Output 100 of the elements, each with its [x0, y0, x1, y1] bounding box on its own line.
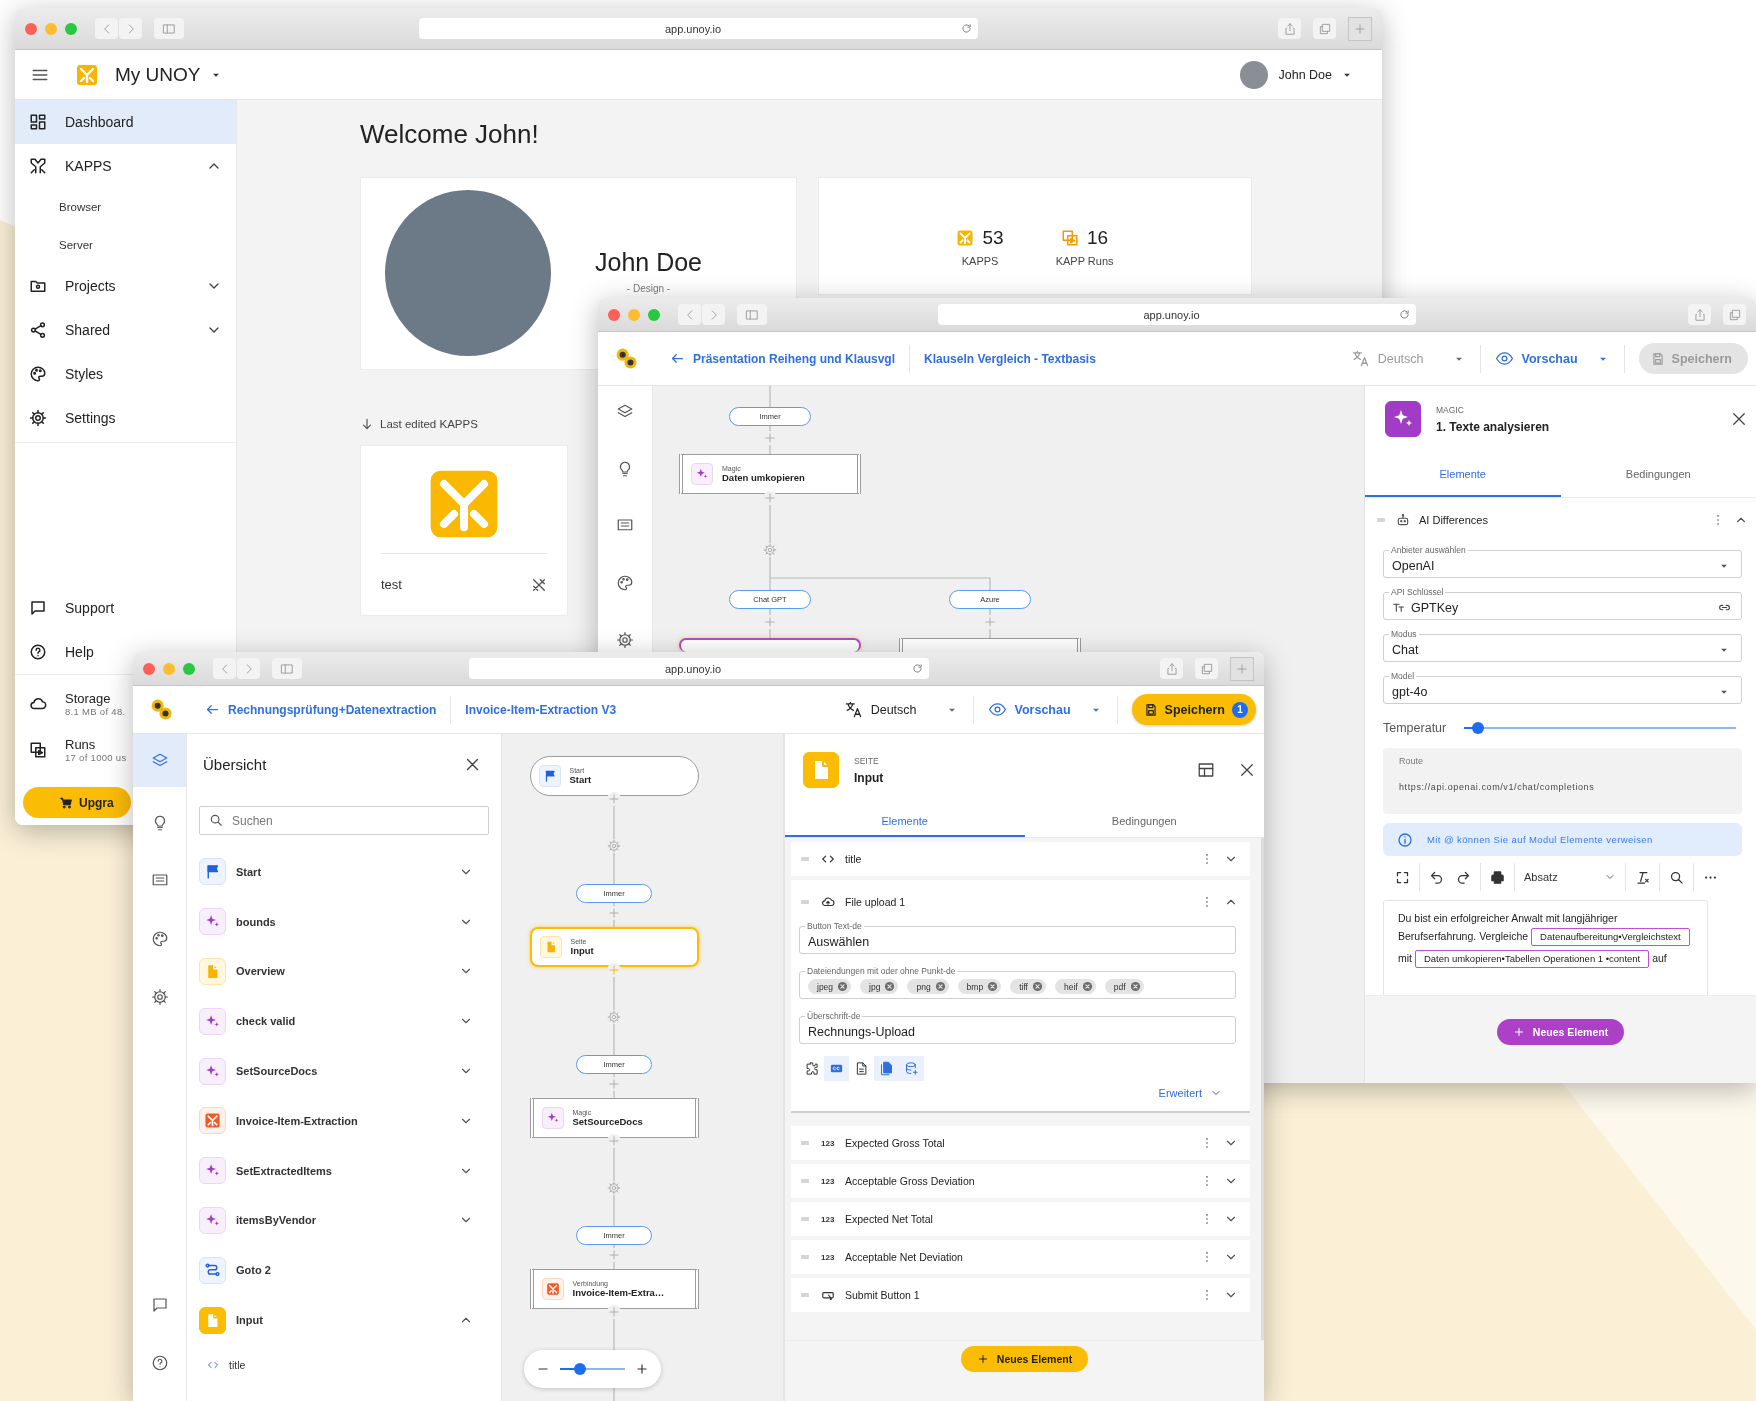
node-title: Input — [570, 945, 594, 956]
tab[interactable]: Elemente — [1365, 452, 1561, 497]
outline-item[interactable]: Invoice-Item-Extraction — [199, 1096, 489, 1146]
tabs-button[interactable] — [1195, 658, 1218, 679]
preview-dropdown[interactable]: Vorschau — [1494, 349, 1610, 368]
outline-item[interactable]: title — [199, 1344, 489, 1385]
kapp-card[interactable]: test — [360, 445, 568, 616]
breadcrumb-link[interactable]: Invoice-Item-Extraction V3 — [465, 702, 617, 717]
tab[interactable]: Bedingungen — [1024, 806, 1264, 837]
sidebar-toggle-button[interactable] — [737, 304, 767, 325]
window-controls[interactable] — [608, 308, 660, 321]
file-type-chip[interactable]: bmp — [957, 979, 1002, 994]
reload-icon[interactable] — [961, 23, 972, 34]
element-row[interactable]: 123 Acceptable Net Deviation — [791, 1240, 1250, 1274]
share-button[interactable] — [1278, 18, 1301, 39]
search-icon[interactable] — [1669, 869, 1684, 885]
window-controls[interactable] — [25, 22, 77, 35]
outline-item[interactable]: SetExtractedItems — [199, 1145, 489, 1196]
clear-format-icon[interactable] — [1635, 869, 1650, 885]
nav-item[interactable]: Settings — [15, 396, 236, 440]
element-row[interactable]: title — [791, 842, 1250, 876]
file-type-chip[interactable]: jpg — [860, 979, 899, 994]
save-icon — [1143, 702, 1158, 717]
breadcrumb-link[interactable]: Präsentation Reiheng und Klausvgl — [670, 351, 896, 366]
plus-icon — [1353, 21, 1367, 36]
copy-toggle[interactable] — [874, 1056, 899, 1081]
add-element-button[interactable]: Neues Element — [1496, 1019, 1625, 1045]
add-step-icon[interactable] — [607, 963, 621, 977]
element-row[interactable]: Submit Button 1 — [791, 1278, 1250, 1312]
outline-item[interactable]: SetSourceDocs — [199, 1046, 489, 1096]
share-button[interactable] — [1688, 304, 1711, 325]
file-type-chip[interactable]: tiff — [1010, 979, 1046, 994]
tools-icon[interactable] — [531, 576, 547, 593]
nav-item[interactable]: Help — [15, 630, 133, 674]
file-type-chip[interactable]: pdf — [1104, 979, 1144, 994]
nav-item[interactable]: KAPPS — [15, 144, 236, 188]
tab[interactable]: Bedingungen — [1560, 452, 1756, 497]
share-button[interactable] — [1160, 658, 1183, 679]
zoom-slider-thumb[interactable] — [573, 1363, 586, 1375]
search-field[interactable]: Suchen — [199, 806, 489, 835]
add-element-button[interactable]: Neues Element — [960, 1346, 1089, 1372]
file-type-chip[interactable]: jpeg — [808, 979, 852, 994]
flow-node[interactable] — [899, 638, 1081, 652]
outline-item[interactable]: Overview — [199, 946, 489, 997]
tabs-button[interactable] — [1313, 18, 1336, 39]
file-type-chip[interactable]: heif — [1055, 979, 1096, 994]
outline-item[interactable]: Start — [199, 847, 489, 897]
window-controls[interactable] — [143, 662, 195, 675]
advanced-toggle[interactable]: Erweitert — [1158, 1087, 1222, 1099]
reload-icon[interactable] — [911, 663, 923, 674]
slider-thumb[interactable] — [1471, 722, 1484, 734]
workspace-dropdown[interactable]: My UNOY — [115, 63, 223, 86]
element-row[interactable]: 123 Expected Gross Total — [791, 1126, 1250, 1160]
outline-item[interactable]: Input — [199, 1295, 489, 1345]
language-dropdown[interactable]: Deutsch — [843, 700, 959, 719]
save-button[interactable]: Speichern 1 — [1131, 694, 1256, 725]
close-icon[interactable] — [1238, 761, 1256, 779]
zoom-in-icon[interactable] — [635, 1362, 649, 1376]
close-icon[interactable] — [464, 756, 481, 773]
close-icon[interactable] — [1730, 410, 1748, 428]
undo-icon[interactable] — [1429, 869, 1444, 885]
redo-icon[interactable] — [1456, 869, 1471, 885]
breadcrumb-link[interactable]: Klauseln Vergleich - Textbasis — [924, 351, 1096, 366]
outline-item[interactable]: bounds — [199, 896, 489, 947]
upgrade-button[interactable]: Upgra — [23, 787, 131, 818]
tabs-icon — [1199, 661, 1214, 676]
block-format-dropdown[interactable]: Absatz — [1518, 871, 1622, 883]
nav-item[interactable]: Dashboard — [15, 100, 236, 144]
reference-chip[interactable]: Datenaufbereitung•Vergleichstext — [1531, 928, 1690, 946]
nav-item[interactable]: Server — [15, 226, 236, 264]
address-bar[interactable]: app.unoy.io — [468, 658, 929, 679]
file-type-chip[interactable]: png — [907, 979, 949, 994]
nav-item[interactable]: Browser — [15, 188, 236, 226]
address-bar[interactable]: app.unoy.io — [419, 18, 978, 39]
nav-item[interactable]: Support — [15, 586, 133, 630]
captions-toggle[interactable] — [824, 1056, 849, 1081]
element-row[interactable]: 123 Expected Net Total — [791, 1202, 1250, 1236]
nav-item[interactable]: Projects — [15, 264, 236, 308]
outline-item[interactable]: itemsByVendor — [199, 1195, 489, 1246]
user-menu[interactable]: John Doe — [1278, 67, 1354, 82]
element-row[interactable]: 123 Acceptable Gross Deviation — [791, 1164, 1250, 1198]
reload-icon[interactable] — [1399, 309, 1410, 320]
sidebar-toggle-button[interactable] — [272, 658, 302, 679]
tabs-button[interactable] — [1723, 304, 1746, 325]
breadcrumb-link[interactable]: Rechnungsprüfung+Datenextraction — [205, 702, 437, 717]
print-icon[interactable] — [1490, 869, 1505, 885]
layout-icon[interactable] — [1197, 761, 1215, 779]
panel-type: SEITE — [854, 755, 880, 766]
address-bar[interactable]: app.unoy.io — [938, 304, 1416, 325]
outline-item[interactable]: Goto 2 — [199, 1245, 489, 1296]
preview-dropdown[interactable]: Vorschau — [987, 700, 1103, 719]
database-toggle[interactable] — [899, 1056, 924, 1081]
outline-item[interactable]: check valid — [199, 996, 489, 1047]
flow-node[interactable] — [679, 638, 861, 652]
nav-item[interactable]: Styles — [15, 352, 236, 396]
nav-item[interactable]: Shared — [15, 308, 236, 352]
reference-chip[interactable]: Daten umkopieren•Tabellen Operationen 1 •content — [1414, 950, 1650, 968]
fullscreen-icon[interactable] — [1395, 869, 1410, 885]
section-header[interactable]: AI Differences — [1365, 498, 1756, 542]
sidebar-toggle-button[interactable] — [154, 18, 184, 39]
